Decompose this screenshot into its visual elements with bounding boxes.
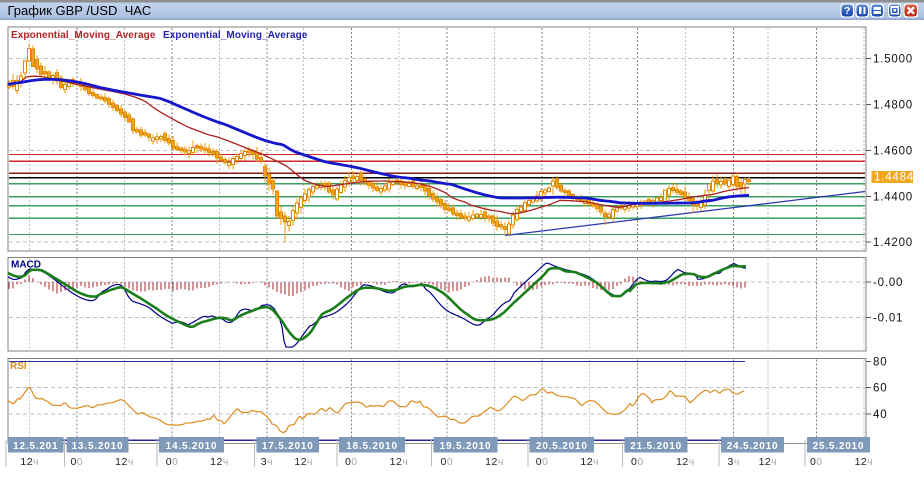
svg-text:00: 00 (345, 456, 358, 468)
svg-text:MACD: MACD (11, 260, 41, 271)
svg-text:3ч: 3ч (728, 456, 740, 468)
svg-text:1.4800: 1.4800 (873, 99, 913, 111)
svg-text:Exponential_Moving_Average: Exponential_Moving_Average (163, 30, 308, 41)
svg-text:13.5.2010: 13.5.2010 (72, 441, 124, 452)
svg-text:1.4600: 1.4600 (873, 145, 913, 157)
svg-text:80: 80 (873, 357, 887, 369)
svg-text:12ч: 12ч (210, 456, 229, 468)
svg-text:18.5.2010: 18.5.2010 (346, 441, 398, 452)
svg-text:12ч: 12ч (580, 456, 599, 468)
svg-text:40: 40 (873, 409, 887, 421)
svg-text:00: 00 (536, 456, 549, 468)
svg-text:1.4484: 1.4484 (874, 172, 914, 184)
svg-text:1.4200: 1.4200 (873, 237, 913, 249)
svg-text:17.5.2010: 17.5.2010 (262, 441, 314, 452)
svg-text:График GBP /USD ЧАС: График GBP /USD ЧАС (8, 3, 152, 18)
svg-text:12ч: 12ч (855, 456, 874, 468)
svg-text:1.4400: 1.4400 (873, 191, 913, 203)
svg-text:19.5.2010: 19.5.2010 (440, 441, 492, 452)
svg-text:21.5.2010: 21.5.2010 (630, 441, 682, 452)
svg-text:12.5.201: 12.5.201 (13, 441, 58, 452)
svg-text:00: 00 (166, 456, 179, 468)
svg-text:00: 00 (70, 456, 83, 468)
svg-text:14.5.2010: 14.5.2010 (166, 441, 218, 452)
svg-text:3ч: 3ч (261, 456, 273, 468)
svg-text:12ч: 12ч (390, 456, 409, 468)
svg-text:60: 60 (873, 383, 887, 395)
svg-text:-0.01: -0.01 (873, 313, 903, 325)
svg-text:12ч: 12ч (294, 456, 313, 468)
svg-text:1.5000: 1.5000 (873, 54, 913, 66)
svg-text:00: 00 (441, 456, 454, 468)
svg-text:?: ? (844, 5, 850, 17)
svg-text:00: 00 (810, 456, 823, 468)
svg-text:Exponential_Moving_Average: Exponential_Moving_Average (11, 30, 156, 41)
svg-text:12ч: 12ч (759, 456, 778, 468)
svg-text:12ч: 12ч (485, 456, 504, 468)
svg-text:25.5.2010: 25.5.2010 (813, 441, 865, 452)
svg-text:12ч: 12ч (676, 456, 695, 468)
svg-text:20.5.2010: 20.5.2010 (536, 441, 588, 452)
svg-text:00: 00 (631, 456, 644, 468)
svg-text:12ч: 12ч (115, 456, 134, 468)
svg-text:RSI: RSI (10, 361, 27, 372)
svg-text:24.5.2010: 24.5.2010 (727, 441, 779, 452)
svg-text:-0.00: -0.00 (873, 277, 903, 289)
svg-text:12ч: 12ч (20, 456, 39, 468)
